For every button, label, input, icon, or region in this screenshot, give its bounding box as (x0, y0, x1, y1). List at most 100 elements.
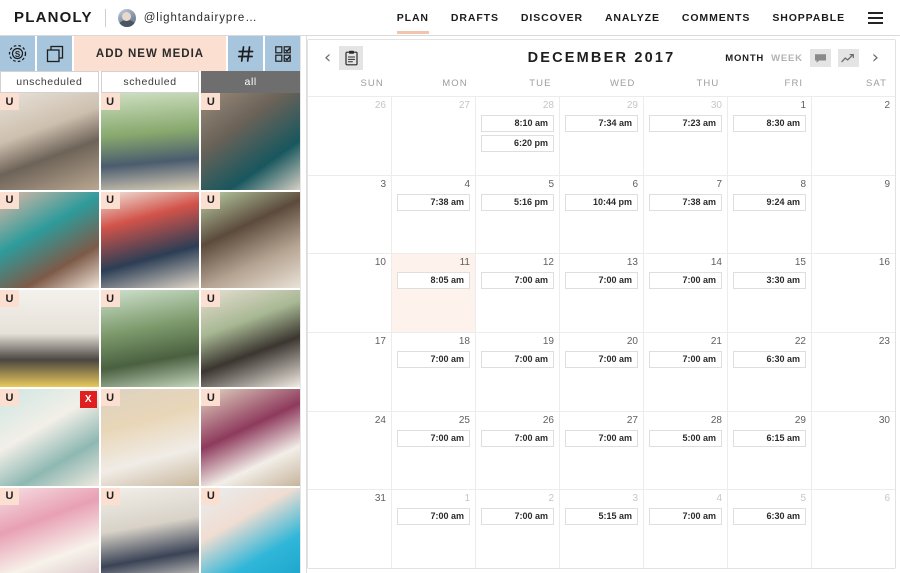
filter-tab-scheduled[interactable]: scheduled (100, 71, 200, 93)
calendar-day-cell[interactable]: 2 (812, 97, 895, 175)
scheduled-post-slot[interactable]: 6:30 am (733, 508, 806, 526)
media-tile[interactable]: U (100, 487, 200, 573)
scheduled-post-slot[interactable]: 10:44 pm (565, 193, 638, 211)
calendar-day-cell[interactable]: 30 (812, 412, 895, 490)
nav-item-plan[interactable]: PLAN (386, 0, 440, 36)
calendar-day-cell[interactable]: 13 7:00 am (560, 254, 644, 333)
media-tile[interactable]: U (100, 389, 200, 486)
scheduled-post-slot[interactable]: 7:00 am (481, 429, 554, 447)
calendar-day-cell[interactable]: 20 7:00 am (560, 333, 644, 411)
media-tile[interactable]: U (0, 93, 99, 190)
scheduled-post-slot[interactable]: 7:00 am (565, 429, 638, 447)
scheduled-post-slot[interactable]: 5:16 pm (481, 193, 554, 211)
scheduled-post-slot[interactable]: 6:30 am (733, 351, 806, 369)
calendar-day-cell[interactable]: 26 (308, 97, 392, 175)
dollar-sticker-button[interactable]: S (0, 36, 35, 71)
calendar-day-cell[interactable]: 10 (308, 254, 392, 333)
scheduled-post-slot[interactable]: 6:15 am (733, 429, 806, 447)
multi-select-button[interactable] (265, 36, 300, 71)
calendar-day-cell[interactable]: 5 6:30 am (728, 490, 812, 569)
media-tile[interactable]: U (100, 191, 200, 289)
scheduled-post-slot[interactable]: 8:30 am (733, 115, 806, 132)
calendar-day-cell[interactable]: 17 (308, 333, 392, 411)
filter-tab-all[interactable]: all (201, 71, 301, 93)
scheduled-post-slot[interactable]: 7:38 am (649, 193, 722, 211)
scheduled-post-slot[interactable]: 5:15 am (565, 508, 638, 526)
scheduled-post-slot[interactable]: 7:00 am (481, 272, 554, 290)
clipboard-button[interactable] (339, 46, 364, 70)
calendar-day-cell[interactable]: 15 3:30 am (728, 254, 812, 333)
media-tile[interactable]: U (100, 93, 200, 190)
calendar-day-cell[interactable]: 1 7:00 am (392, 490, 476, 569)
calendar-day-cell[interactable]: 16 (812, 254, 895, 332)
media-tile[interactable]: U (201, 487, 300, 573)
calendar-day-cell[interactable]: 26 7:00 am (476, 411, 560, 490)
scheduled-post-slot[interactable]: 7:00 am (481, 508, 554, 526)
scheduled-post-slot[interactable]: 7:00 am (565, 351, 638, 369)
hashtag-button[interactable] (228, 36, 263, 71)
media-tile[interactable]: U (201, 93, 300, 190)
media-tile[interactable]: U (201, 389, 300, 486)
hamburger-menu-icon[interactable] (860, 0, 890, 36)
panel-divider[interactable] (300, 36, 307, 573)
calendar-day-cell[interactable]: 27 7:00 am (560, 411, 644, 490)
calendar-day-cell[interactable]: 29 6:15 am (728, 411, 812, 490)
calendar-day-cell[interactable]: 30 7:23 am (644, 97, 728, 175)
analytics-toggle-button[interactable] (837, 49, 859, 67)
media-tile[interactable]: U (0, 290, 99, 388)
media-tile[interactable]: U (201, 191, 300, 289)
calendar-day-cell[interactable]: 14 7:00 am (644, 254, 728, 333)
calendar-day-cell[interactable]: 2 7:00 am (476, 490, 560, 569)
scheduled-post-slot[interactable]: 7:00 am (397, 351, 470, 369)
media-tile[interactable]: U (100, 290, 200, 388)
calendar-day-cell[interactable]: 25 7:00 am (392, 411, 476, 490)
calendar-day-cell[interactable]: 24 (308, 411, 392, 490)
media-tile[interactable]: UX (0, 389, 99, 486)
calendar-day-cell[interactable]: 9 (812, 176, 895, 254)
calendar-day-cell[interactable]: 5 5:16 pm (476, 175, 560, 254)
calendar-day-cell[interactable]: 21 7:00 am (644, 333, 728, 411)
view-week-button[interactable]: WEEK (771, 53, 803, 64)
scheduled-post-slot[interactable]: 7:23 am (649, 115, 722, 132)
calendar-day-cell[interactable]: 6 10:44 pm (560, 175, 644, 254)
calendar-day-cell[interactable]: 27 (392, 97, 476, 175)
calendar-day-cell[interactable]: 12 7:00 am (476, 254, 560, 333)
calendar-day-cell[interactable]: 4 7:38 am (392, 175, 476, 254)
duplicate-button[interactable] (37, 36, 72, 71)
calendar-day-cell[interactable]: 6 (812, 490, 895, 568)
next-month-button[interactable]: › (866, 49, 885, 67)
scheduled-post-slot[interactable]: 7:00 am (649, 508, 722, 526)
media-tile[interactable]: U (0, 191, 99, 289)
scheduled-post-slot[interactable]: 7:38 am (397, 193, 470, 211)
scheduled-post-slot[interactable]: 3:30 am (733, 272, 806, 290)
calendar-day-cell[interactable]: 3 (308, 175, 392, 254)
scheduled-post-slot[interactable]: 7:00 am (649, 272, 722, 290)
scheduled-post-slot[interactable]: 8:05 am (397, 272, 470, 290)
calendar-day-cell[interactable]: 11 8:05 am (392, 254, 476, 333)
calendar-day-cell[interactable]: 1 8:30 am (728, 97, 812, 175)
calendar-day-cell[interactable]: 8 9:24 am (728, 175, 812, 254)
scheduled-post-slot[interactable]: 7:34 am (565, 115, 638, 132)
scheduled-post-slot[interactable]: 7:00 am (397, 429, 470, 447)
filter-tab-unscheduled[interactable]: unscheduled (0, 71, 99, 93)
comments-toggle-button[interactable] (809, 49, 831, 67)
calendar-day-cell[interactable]: 3 5:15 am (560, 490, 644, 569)
calendar-day-cell[interactable]: 28 5:00 am (644, 411, 728, 490)
nav-item-discover[interactable]: DISCOVER (510, 0, 594, 36)
media-grid-scroll[interactable]: UUUUUUUUUUXUUUUU (0, 93, 300, 573)
prev-month-button[interactable]: ‹ (318, 49, 337, 67)
scheduled-post-slot[interactable]: 7:00 am (649, 351, 722, 369)
scheduled-post-slot[interactable]: 7:00 am (481, 351, 554, 369)
calendar-day-cell[interactable]: 4 7:00 am (644, 490, 728, 569)
calendar-day-cell[interactable]: 28 8:10 am 6:20 pm (476, 97, 560, 175)
nav-item-drafts[interactable]: DRAFTS (440, 0, 510, 36)
calendar-day-cell[interactable]: 29 7:34 am (560, 97, 644, 175)
nav-item-analyze[interactable]: ANALYZE (594, 0, 671, 36)
scheduled-post-slot[interactable]: 8:10 am (481, 115, 554, 132)
scheduled-post-slot[interactable]: 7:00 am (565, 272, 638, 290)
nav-item-comments[interactable]: COMMENTS (671, 0, 761, 36)
view-month-button[interactable]: MONTH (725, 53, 764, 64)
delete-media-button[interactable]: X (79, 391, 97, 409)
scheduled-post-slot[interactable]: 6:20 pm (481, 135, 554, 152)
nav-item-shoppable[interactable]: SHOPPABLE (761, 0, 856, 36)
